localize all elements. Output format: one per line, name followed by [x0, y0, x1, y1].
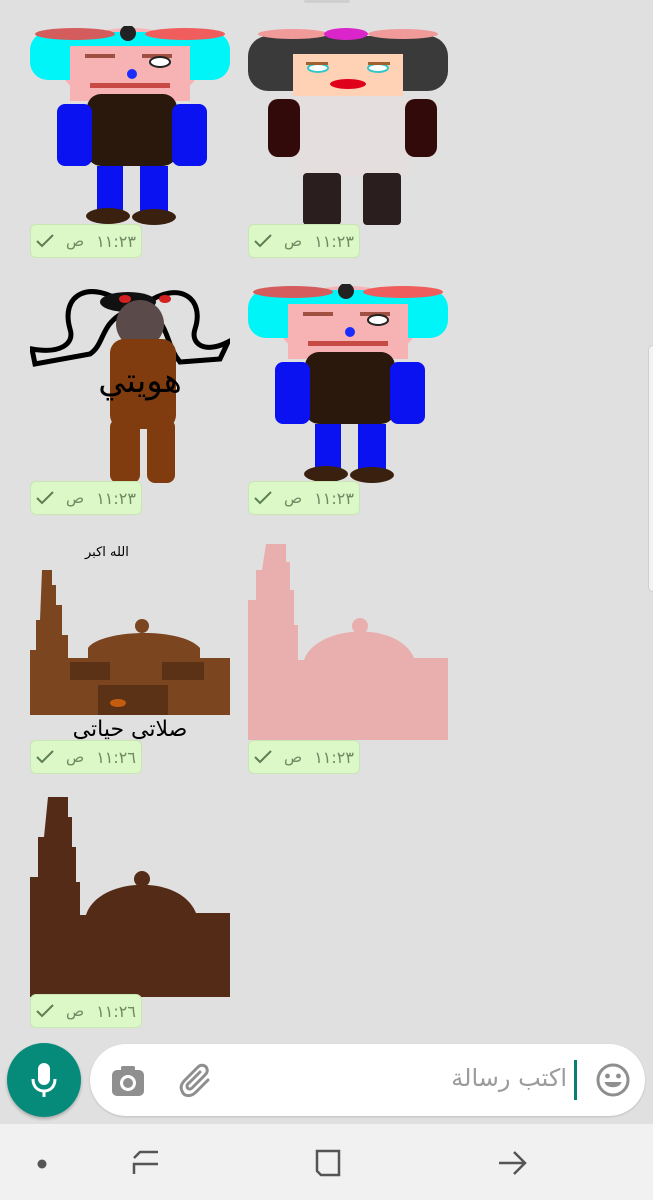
timestamp: ١١:٢٣ [96, 231, 136, 251]
time-suffix: ص [66, 748, 85, 766]
sticker-boy-2[interactable] [248, 284, 448, 484]
message-stamp: ص ١١:٢٦ [30, 740, 142, 774]
time-suffix: ص [284, 489, 303, 507]
message-stamp: ص ١١:٢٣ [30, 224, 142, 258]
check-icon [254, 491, 272, 505]
sticker-mosque-brown[interactable]: الله اكبر صلاتي حياتي [30, 540, 230, 740]
timestamp: ١١:٢٦ [96, 1001, 136, 1021]
check-icon [36, 1004, 54, 1018]
check-icon [36, 491, 54, 505]
camera-icon[interactable] [110, 1064, 146, 1100]
sticker-hawiyati[interactable]: هويتي [30, 284, 230, 484]
boy-sticker-image [248, 284, 448, 483]
recent-apps-icon[interactable] [130, 1148, 162, 1178]
message-composer[interactable]: اكتب رسالة [90, 1044, 645, 1116]
smiley-icon[interactable] [595, 1062, 631, 1098]
sticker-top-text: الله اكبر [84, 545, 129, 560]
scroll-handle-top [304, 0, 350, 3]
timestamp: ١١:٢٣ [96, 488, 136, 508]
check-icon [254, 234, 272, 248]
boy-sticker-image [30, 26, 230, 225]
sticker-girl[interactable] [248, 26, 448, 226]
check-icon [36, 750, 54, 764]
time-suffix: ص [66, 489, 85, 507]
message-input[interactable]: اكتب رسالة [451, 1064, 567, 1092]
message-stamp: ص ١١:٢٣ [248, 224, 360, 258]
text-caret [574, 1060, 577, 1100]
scrollbar[interactable] [648, 345, 653, 592]
mosque-dark-sticker-image [30, 797, 230, 997]
sticker-bottom-text: صلاتي حياتي [73, 717, 188, 740]
paperclip-icon[interactable] [178, 1062, 216, 1100]
timestamp: ١١:٢٣ [314, 747, 354, 767]
time-suffix: ص [66, 1002, 85, 1020]
message-stamp: ص ١١:٢٣ [248, 481, 360, 515]
microphone-icon [31, 1063, 57, 1097]
sticker-boy[interactable] [30, 26, 230, 226]
sticker-mosque-pink[interactable] [248, 540, 448, 740]
message-stamp: ص ١١:٢٦ [30, 994, 142, 1028]
timestamp: ١١:٢٦ [96, 747, 136, 767]
sticker-caption: هويتي [98, 361, 182, 401]
home-icon[interactable] [312, 1148, 344, 1178]
hawiyati-sticker-image: هويتي [30, 289, 230, 483]
girl-sticker-image [248, 28, 448, 225]
sticker-mosque-dark[interactable] [30, 797, 230, 997]
mosque-brown-sticker-image: الله اكبر صلاتي حياتي [30, 545, 230, 740]
message-stamp: ص ١١:٢٣ [248, 740, 360, 774]
check-icon [36, 234, 54, 248]
check-icon [254, 750, 272, 764]
back-icon[interactable] [496, 1148, 528, 1178]
system-navigation-bar [0, 1124, 653, 1200]
dot-icon[interactable] [36, 1158, 48, 1170]
message-stamp: ص ١١:٢٣ [30, 481, 142, 515]
mic-button[interactable] [7, 1043, 81, 1117]
time-suffix: ص [284, 232, 303, 250]
time-suffix: ص [284, 748, 303, 766]
time-suffix: ص [66, 232, 85, 250]
timestamp: ١١:٢٣ [314, 488, 354, 508]
mosque-pink-sticker-image [248, 544, 448, 740]
timestamp: ١١:٢٣ [314, 231, 354, 251]
